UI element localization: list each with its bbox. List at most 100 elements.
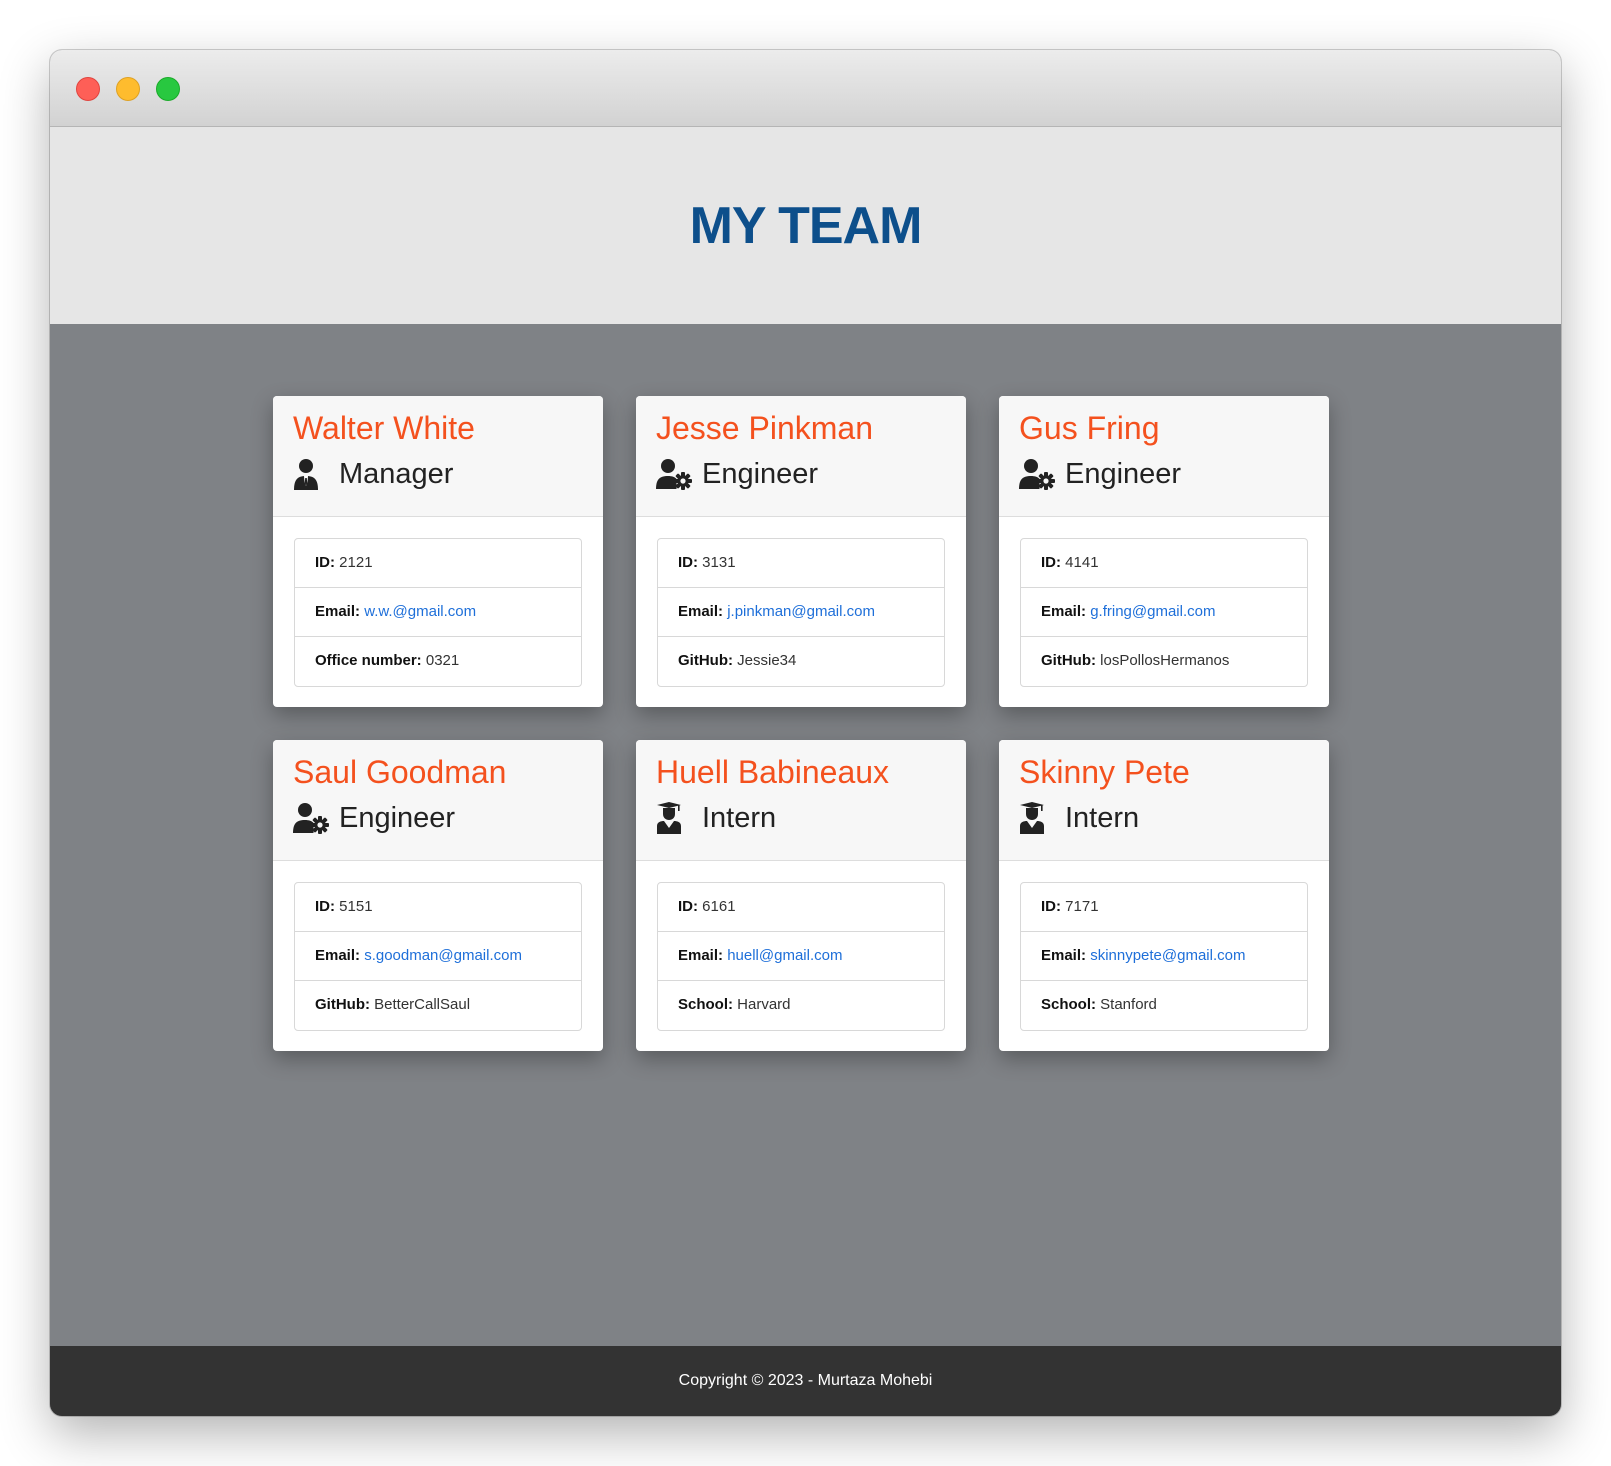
- id-label: ID:: [678, 898, 698, 915]
- id-value: 2121: [339, 554, 373, 571]
- id-row: ID: 4141: [1021, 539, 1307, 588]
- minimize-window-button[interactable]: [116, 77, 140, 101]
- github-label: GitHub:: [678, 652, 733, 669]
- page-footer: Copyright © 2023 - Murtaza Mohebi: [50, 1346, 1561, 1416]
- card-body: ID: 7171 Email: skinnypete@gmail.com Sch…: [999, 861, 1329, 1031]
- id-value: 6161: [702, 898, 736, 915]
- employee-name: Skinny Pete: [1019, 754, 1190, 790]
- card-header: Huell Babineaux Intern: [636, 740, 966, 861]
- role-label: Engineer: [702, 458, 819, 490]
- email-row: Email: skinnypete@gmail.com: [1021, 932, 1307, 981]
- office-value: 0321: [425, 652, 460, 669]
- employee-role: Manager: [293, 454, 583, 494]
- employee-details: ID: 5151 Email: s.goodman@gmail.com GitH…: [294, 882, 582, 1031]
- github-label: GitHub:: [315, 996, 370, 1013]
- employee-details: ID: 6161 Email: huell@gmail.com School: …: [657, 882, 945, 1031]
- email-row: Email: huell@gmail.com: [658, 932, 944, 981]
- school-label: School:: [678, 996, 733, 1013]
- card-body: ID: 5151 Email: s.goodman@gmail.com GitH…: [273, 861, 603, 1031]
- id-row: ID: 7171: [1021, 883, 1307, 932]
- role-label: Manager: [339, 458, 454, 490]
- email-label: Email:: [1041, 603, 1087, 620]
- github-value[interactable]: losPollosHermanos: [1100, 652, 1229, 669]
- school-value: Stanford: [1100, 996, 1157, 1013]
- email-link[interactable]: skinnypete@gmail.com: [1090, 947, 1245, 964]
- email-row: Email: w.w.@gmail.com: [295, 588, 581, 637]
- id-value: 4141: [1065, 554, 1099, 571]
- school-row: School: Stanford: [1021, 981, 1307, 1030]
- id-label: ID:: [315, 898, 335, 915]
- role-label: Intern: [702, 802, 777, 834]
- id-row: ID: 3131: [658, 539, 944, 588]
- github-label: GitHub:: [1041, 652, 1096, 669]
- card-body: ID: 2121 Email: w.w.@gmail.com Office nu…: [273, 517, 603, 687]
- maximize-window-button[interactable]: [156, 77, 180, 101]
- employee-card: Gus Fring Engineer ID: 4141 Email: g.fri…: [999, 396, 1329, 707]
- email-label: Email:: [678, 947, 724, 964]
- id-row: ID: 5151: [295, 883, 581, 932]
- window-titlebar: [50, 50, 1561, 127]
- role-label: Engineer: [339, 802, 456, 834]
- graduate-icon: [1019, 802, 1055, 834]
- employee-name: Jesse Pinkman: [656, 410, 873, 446]
- email-link[interactable]: j.pinkman@gmail.com: [727, 603, 875, 620]
- browser-window: MY TEAM Walter White Manager ID: 2121 Em…: [50, 50, 1561, 1416]
- id-label: ID:: [1041, 554, 1061, 571]
- card-body: ID: 6161 Email: huell@gmail.com School: …: [636, 861, 966, 1031]
- employee-card: Saul Goodman Engineer ID: 5151 Email: s.…: [273, 740, 603, 1051]
- card-header: Walter White Manager: [273, 396, 603, 517]
- id-row: ID: 6161: [658, 883, 944, 932]
- role-label: Intern: [1065, 802, 1140, 834]
- github-value[interactable]: BetterCallSaul: [374, 996, 470, 1013]
- manager-icon: [293, 458, 329, 490]
- id-value: 3131: [702, 554, 736, 571]
- email-label: Email:: [678, 603, 724, 620]
- email-row: Email: j.pinkman@gmail.com: [658, 588, 944, 637]
- email-link[interactable]: g.fring@gmail.com: [1090, 603, 1215, 620]
- employee-role: Engineer: [293, 798, 583, 838]
- card-header: Saul Goodman Engineer: [273, 740, 603, 861]
- email-link[interactable]: huell@gmail.com: [727, 947, 842, 964]
- school-row: School: Harvard: [658, 981, 944, 1030]
- id-value: 5151: [339, 898, 373, 915]
- github-value[interactable]: Jessie34: [737, 652, 796, 669]
- school-label: School:: [1041, 996, 1096, 1013]
- email-label: Email:: [315, 947, 361, 964]
- engineer-icon: [656, 458, 692, 490]
- id-label: ID:: [678, 554, 698, 571]
- engineer-icon: [293, 802, 329, 834]
- card-header: Jesse Pinkman Engineer: [636, 396, 966, 517]
- id-row: ID: 2121: [295, 539, 581, 588]
- id-label: ID:: [1041, 898, 1061, 915]
- card-body: ID: 4141 Email: g.fring@gmail.com GitHub…: [999, 517, 1329, 687]
- employee-card: Jesse Pinkman Engineer ID: 3131 Email: j…: [636, 396, 966, 707]
- id-label: ID:: [315, 554, 335, 571]
- role-label: Engineer: [1065, 458, 1182, 490]
- email-row: Email: g.fring@gmail.com: [1021, 588, 1307, 637]
- email-link[interactable]: w.w.@gmail.com: [364, 603, 476, 620]
- card-body: ID: 3131 Email: j.pinkman@gmail.com GitH…: [636, 517, 966, 687]
- close-window-button[interactable]: [76, 77, 100, 101]
- employee-card: Walter White Manager ID: 2121 Email: w.w…: [273, 396, 603, 707]
- email-link[interactable]: s.goodman@gmail.com: [364, 947, 522, 964]
- employee-role: Intern: [1019, 798, 1309, 838]
- page-title: MY TEAM: [689, 196, 923, 255]
- employee-details: ID: 2121 Email: w.w.@gmail.com Office nu…: [294, 538, 582, 687]
- employee-details: ID: 7171 Email: skinnypete@gmail.com Sch…: [1020, 882, 1308, 1031]
- team-cards: Walter White Manager ID: 2121 Email: w.w…: [273, 396, 1329, 1051]
- employee-name: Walter White: [293, 410, 475, 446]
- email-row: Email: s.goodman@gmail.com: [295, 932, 581, 981]
- email-label: Email:: [315, 603, 361, 620]
- office-label: Office number:: [315, 652, 422, 669]
- employee-name: Huell Babineaux: [656, 754, 890, 790]
- employee-role: Intern: [656, 798, 946, 838]
- email-label: Email:: [1041, 947, 1087, 964]
- card-header: Skinny Pete Intern: [999, 740, 1329, 861]
- school-value: Harvard: [737, 996, 791, 1013]
- office-row: Office number: 0321: [295, 637, 581, 686]
- page-header: MY TEAM: [50, 127, 1561, 324]
- graduate-icon: [656, 802, 692, 834]
- engineer-icon: [1019, 458, 1055, 490]
- card-header: Gus Fring Engineer: [999, 396, 1329, 517]
- employee-card: Huell Babineaux Intern ID: 6161 Email: h…: [636, 740, 966, 1051]
